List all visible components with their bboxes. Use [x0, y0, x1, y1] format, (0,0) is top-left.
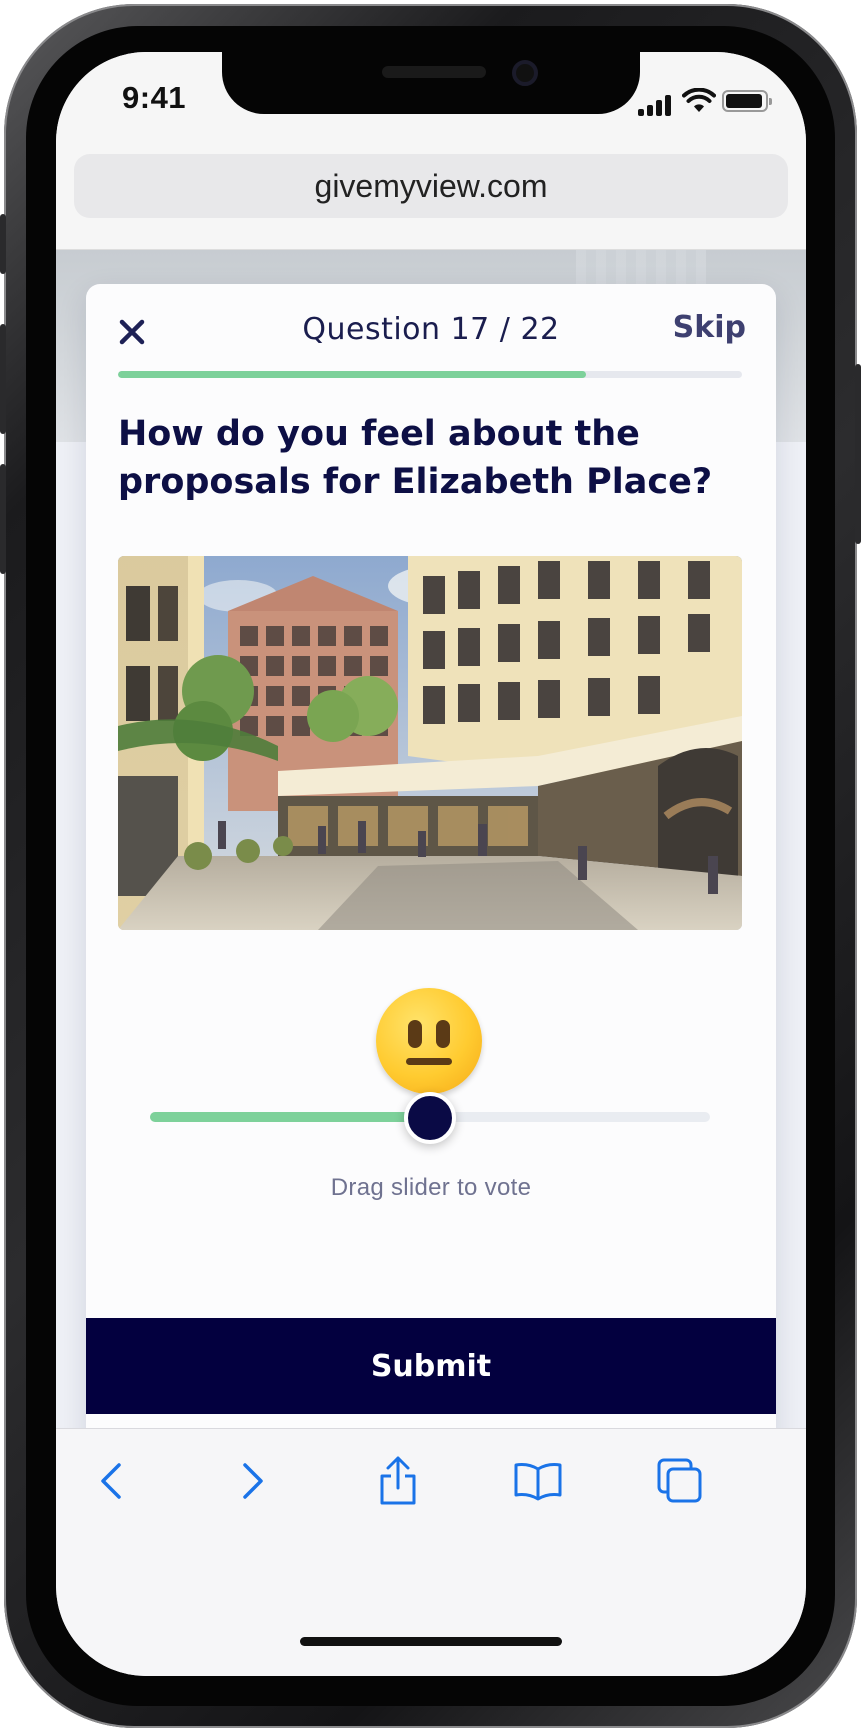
slider-thumb[interactable] — [404, 1092, 456, 1144]
slider-hint: Drag slider to vote — [330, 1174, 532, 1201]
status-icons — [638, 88, 778, 116]
question-counter: Question 17 / 22 — [302, 312, 560, 347]
browser-address-area: givemyview.com — [56, 140, 806, 250]
bookmarks-icon — [514, 1463, 562, 1501]
wifi-icon — [682, 88, 716, 112]
bookmarks-button[interactable] — [508, 1451, 568, 1511]
progress-bar — [118, 371, 742, 378]
tabs-icon — [657, 1458, 702, 1503]
tabs-button[interactable] — [650, 1451, 710, 1511]
progress-fill — [118, 371, 586, 378]
share-icon — [380, 1456, 416, 1505]
status-bar: 9:41 — [56, 52, 806, 140]
url-text: givemyview.com — [314, 167, 548, 204]
back-button[interactable] — [82, 1451, 142, 1511]
skip-button[interactable]: Skip — [673, 310, 746, 345]
question-card: Question 17 / 22 Skip How do you feel ab… — [86, 284, 776, 1488]
close-button[interactable] — [114, 314, 150, 350]
notch — [222, 52, 640, 114]
submit-button[interactable]: Submit — [86, 1318, 776, 1414]
forward-button[interactable] — [222, 1451, 282, 1511]
phone-screen: 9:41 givemyview.com Question 17 / 22 Ski… — [56, 52, 806, 1676]
share-button[interactable] — [368, 1451, 428, 1511]
neutral-face-icon — [376, 988, 482, 1094]
browser-toolbar — [56, 1428, 806, 1676]
proposal-illustration — [118, 556, 742, 930]
question-title: How do you feel about the proposals for … — [118, 414, 713, 502]
forward-arrow-icon — [243, 1463, 263, 1499]
back-arrow-icon — [101, 1463, 121, 1499]
address-bar[interactable]: givemyview.com — [74, 154, 788, 218]
battery-icon — [722, 90, 772, 112]
close-icon — [119, 319, 145, 345]
volume-up-button — [0, 324, 6, 434]
power-button — [855, 364, 861, 544]
status-time: 9:41 — [122, 80, 187, 115]
vote-slider[interactable] — [150, 1092, 710, 1144]
volume-down-button — [0, 464, 6, 574]
mute-switch — [0, 214, 6, 274]
slider-fill — [150, 1112, 430, 1122]
cellular-signal-icon — [638, 94, 674, 116]
home-indicator — [300, 1637, 562, 1646]
elizabeth-place-illustration — [118, 556, 742, 930]
earpiece-speaker — [382, 66, 486, 78]
front-camera — [512, 60, 538, 86]
